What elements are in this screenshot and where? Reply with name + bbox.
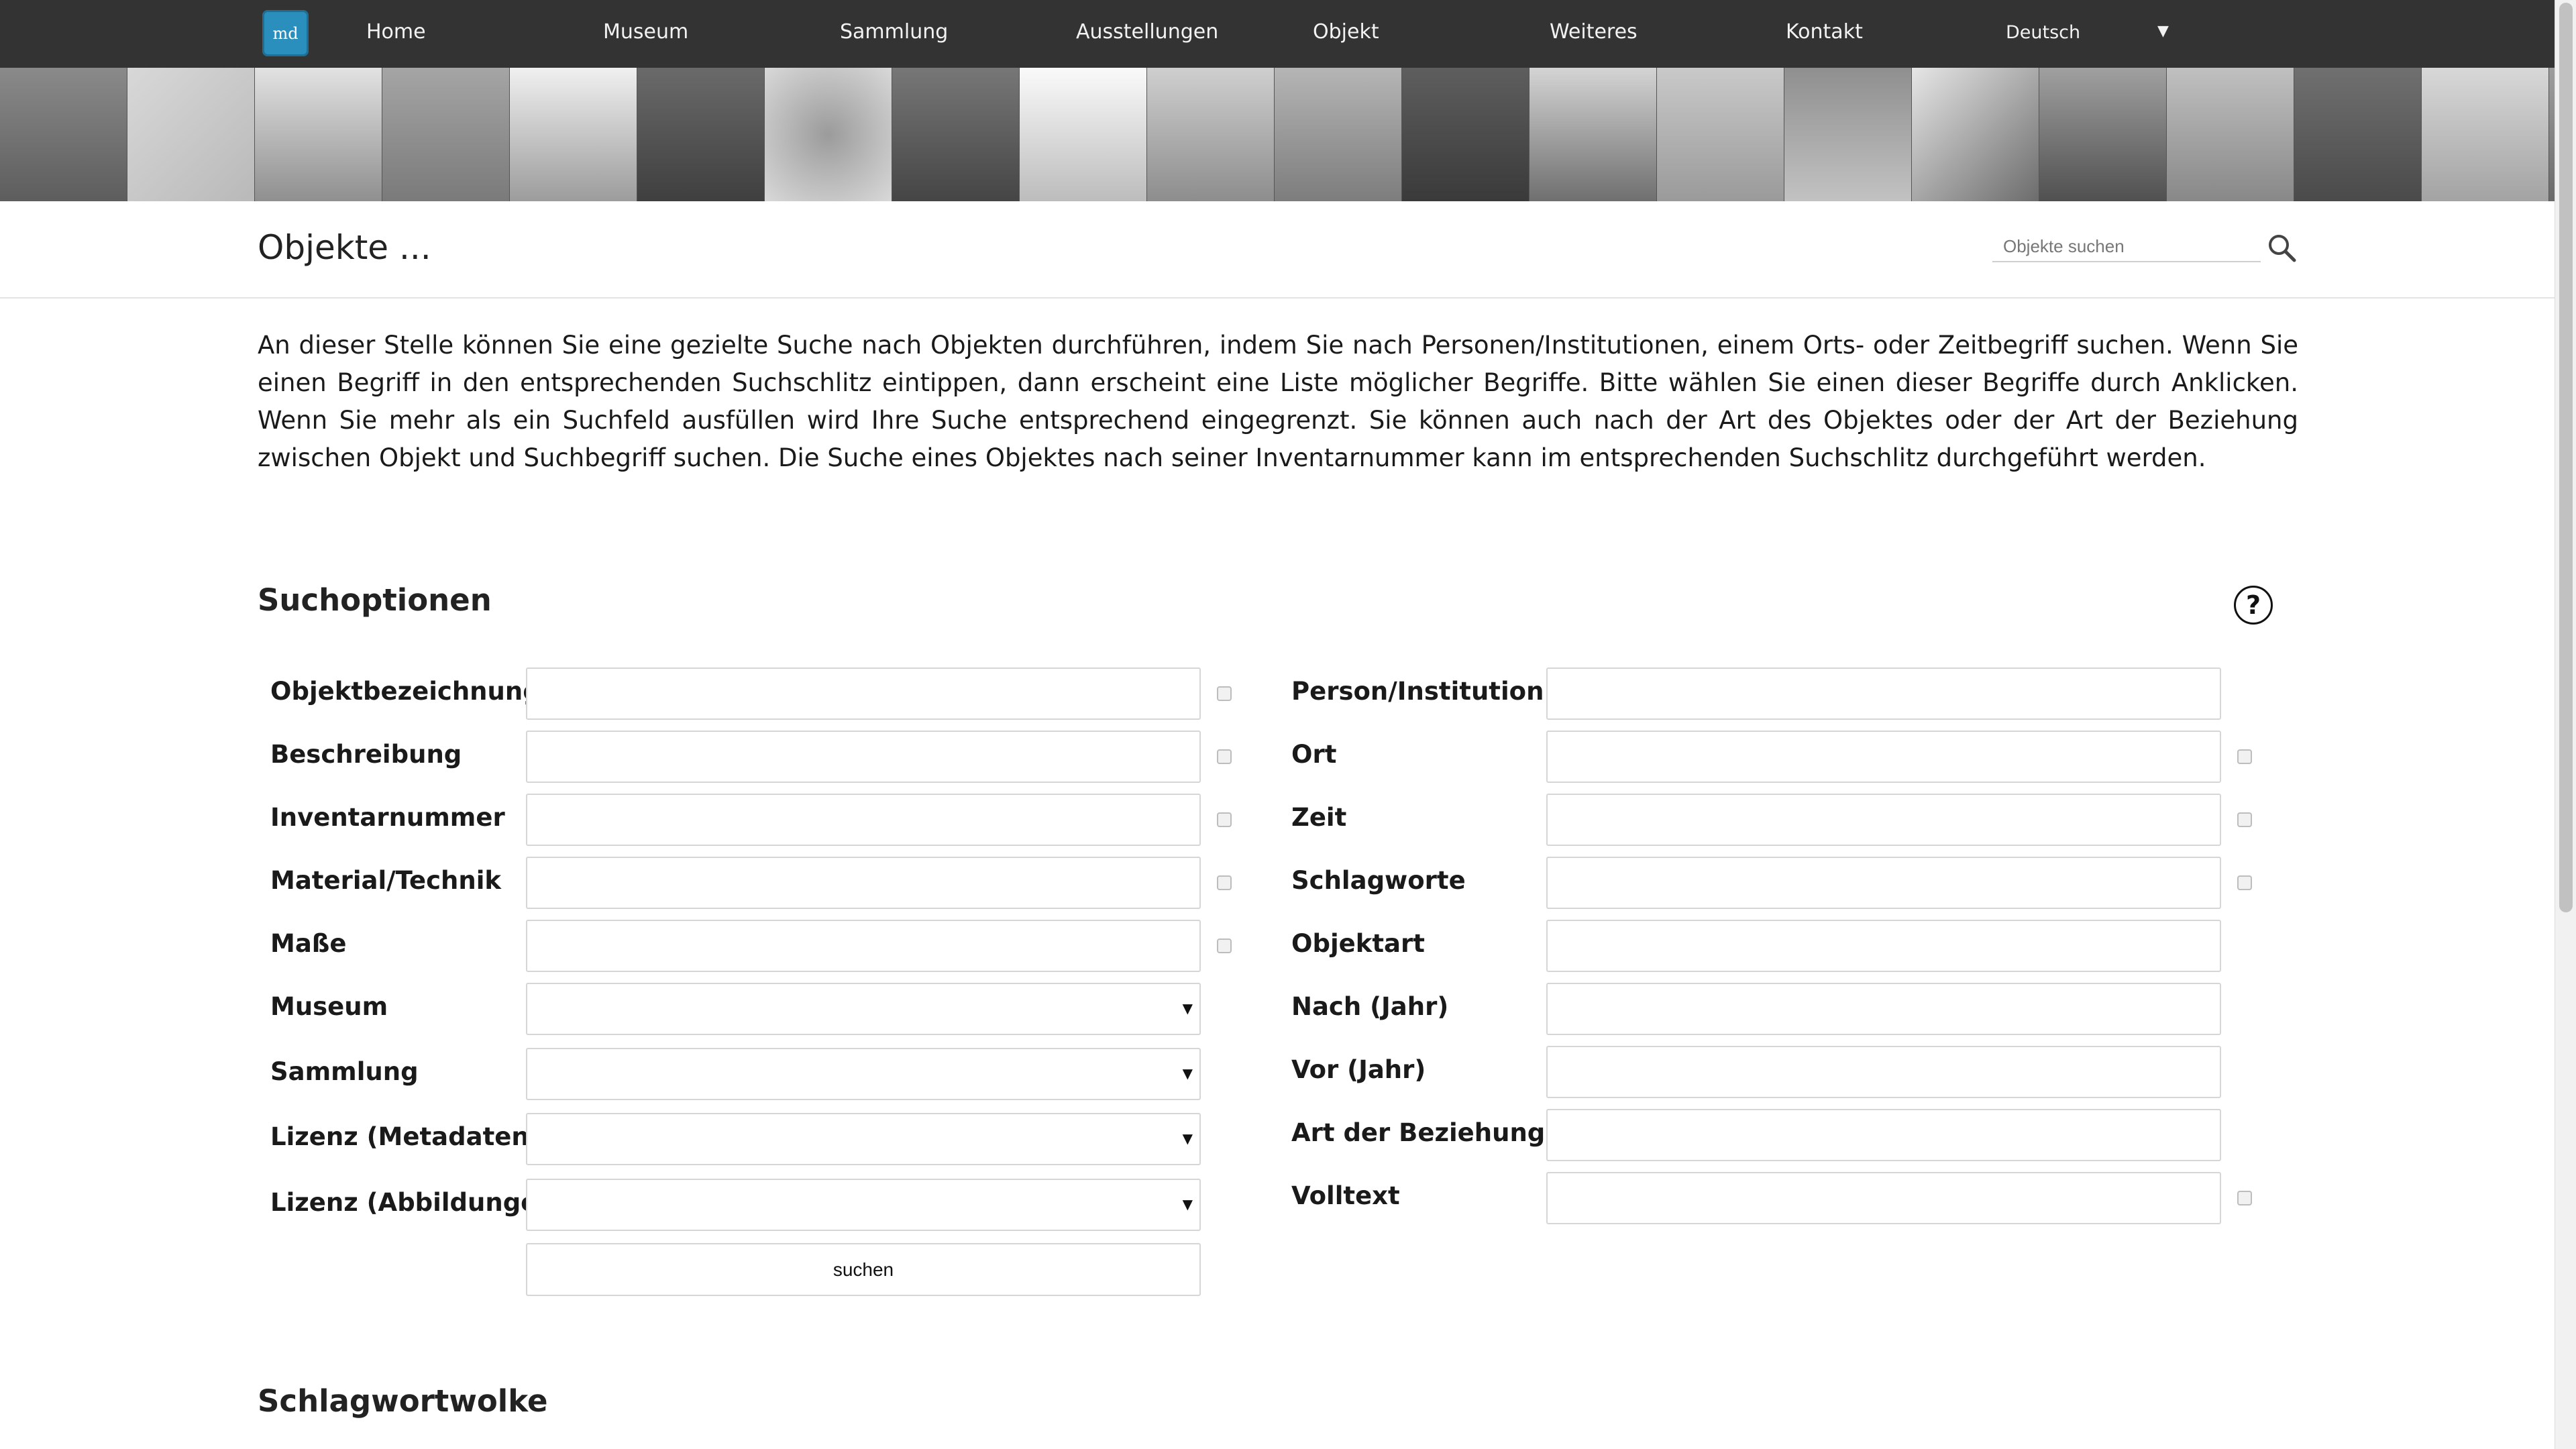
input-volltext[interactable] xyxy=(1546,1172,2221,1224)
banner-thumbnail xyxy=(1529,68,1657,201)
banner-thumbnail xyxy=(2039,68,2167,201)
nav-item-kontakt[interactable]: Kontakt xyxy=(1786,20,1863,44)
input-zeit[interactable] xyxy=(1546,794,2221,846)
label-ort: Ort xyxy=(1291,740,1337,769)
object-search-input[interactable] xyxy=(1992,231,2261,262)
label-volltext: Volltext xyxy=(1291,1181,1400,1210)
input-schlagworte[interactable] xyxy=(1546,857,2221,909)
label-inventarnummer: Inventarnummer xyxy=(270,803,505,832)
banner-thumbnail xyxy=(765,68,892,201)
banner-thumbnail xyxy=(1912,68,2039,201)
label-objektart: Objektart xyxy=(1291,929,1425,958)
nav-item-home[interactable]: Home xyxy=(366,20,426,44)
checkbox-beschreibung[interactable] xyxy=(1217,749,1232,764)
input-beschreibung[interactable] xyxy=(526,731,1201,783)
label-schlagworte: Schlagworte xyxy=(1291,866,1466,895)
search-icon[interactable] xyxy=(2266,232,2298,264)
input-maße[interactable] xyxy=(526,920,1201,972)
checkbox-volltext[interactable] xyxy=(2237,1191,2252,1205)
label-vor-jahr: Vor (Jahr) xyxy=(1291,1055,1426,1084)
input-inventarnummer[interactable] xyxy=(526,794,1201,846)
intro-text: An dieser Stelle können Sie eine gezielt… xyxy=(258,331,2298,472)
tag-cloud-heading: Schlagwortwolke xyxy=(258,1383,548,1419)
banner-thumbnail xyxy=(1657,68,1784,201)
select-lizenz-metadaten[interactable]: ▼ xyxy=(526,1113,1201,1165)
caret-down-icon: ▼ xyxy=(1182,1065,1193,1081)
nav-item-sammlung[interactable]: Sammlung xyxy=(840,20,948,44)
label-zeit: Zeit xyxy=(1291,803,1347,832)
divider xyxy=(0,297,2555,299)
banner-thumbnail xyxy=(2422,68,2549,201)
input-nach-jahr[interactable] xyxy=(1546,983,2221,1035)
banner-thumbnail xyxy=(0,68,127,201)
caret-down-icon[interactable]: ▼ xyxy=(2157,23,2169,40)
label-maße: Maße xyxy=(270,929,347,958)
help-button[interactable]: ? xyxy=(2234,586,2273,625)
nav-item-ausstellungen[interactable]: Ausstellungen xyxy=(1076,20,1218,44)
caret-down-icon: ▼ xyxy=(1182,1000,1193,1016)
banner-thumbnail xyxy=(2549,68,2555,201)
checkbox-inventarnummer[interactable] xyxy=(1217,812,1232,827)
label-nach-jahr: Nach (Jahr) xyxy=(1291,992,1449,1021)
banner-thumbnail xyxy=(382,68,510,201)
banner-thumbnail xyxy=(510,68,637,201)
label-museum: Museum xyxy=(270,992,388,1021)
label-lizenz-abbildungen: Lizenz (Abbildungen) xyxy=(270,1188,567,1217)
input-objektbezeichnung[interactable] xyxy=(526,667,1201,720)
banner-thumbnail xyxy=(127,68,255,201)
label-material-technik: Material/Technik xyxy=(270,866,501,895)
banner-thumbnail xyxy=(2167,68,2294,201)
label-sammlung: Sammlung xyxy=(270,1057,419,1086)
input-art-der-beziehung[interactable] xyxy=(1546,1109,2221,1161)
nav-item-weiteres[interactable]: Weiteres xyxy=(1550,20,1638,44)
label-art-der-beziehung: Art der Beziehung xyxy=(1291,1118,1546,1147)
checkbox-maße[interactable] xyxy=(1217,938,1232,953)
input-material-technik[interactable] xyxy=(526,857,1201,909)
page-scrollbar[interactable] xyxy=(2555,0,2576,1449)
checkbox-schlagworte[interactable] xyxy=(2237,875,2252,890)
label-lizenz-metadaten: Lizenz (Metadaten) xyxy=(270,1122,541,1151)
banner-thumbnail xyxy=(1402,68,1529,201)
banner-thumbnail xyxy=(1784,68,1912,201)
banner-thumbnail xyxy=(255,68,382,201)
top-navigation-bar: md Home Museum Sammlung Ausstellungen Ob… xyxy=(0,0,2555,68)
input-person-institution[interactable] xyxy=(1546,667,2221,720)
input-objektart[interactable] xyxy=(1546,920,2221,972)
caret-down-icon: ▼ xyxy=(1182,1196,1193,1212)
banner-thumbnail xyxy=(2294,68,2422,201)
search-submit-button[interactable]: suchen xyxy=(526,1243,1201,1296)
nav-item-objekt[interactable]: Objekt xyxy=(1313,20,1379,44)
site-logo[interactable]: md xyxy=(262,10,309,56)
language-select[interactable]: Deutsch xyxy=(2006,22,2080,43)
nav-item-museum[interactable]: Museum xyxy=(603,20,688,44)
checkbox-material-technik[interactable] xyxy=(1217,875,1232,890)
select-lizenz-abbildungen[interactable]: ▼ xyxy=(526,1179,1201,1231)
banner-thumbnail xyxy=(1147,68,1275,201)
label-person-institution: Person/Institution xyxy=(1291,677,1544,706)
checkbox-zeit[interactable] xyxy=(2237,812,2252,827)
banner-thumbnail xyxy=(1020,68,1147,201)
select-museum[interactable]: ▼ xyxy=(526,983,1201,1035)
banner-thumbnail xyxy=(1275,68,1402,201)
page-title: Objekte ... xyxy=(258,228,431,267)
checkbox-ort[interactable] xyxy=(2237,749,2252,764)
label-beschreibung: Beschreibung xyxy=(270,740,462,769)
checkbox-objektbezeichnung[interactable] xyxy=(1217,686,1232,701)
search-options-heading: Suchoptionen xyxy=(258,582,492,618)
banner-image-strip xyxy=(0,68,2555,201)
banner-thumbnail xyxy=(892,68,1020,201)
input-vor-jahr[interactable] xyxy=(1546,1046,2221,1098)
scrollbar-thumb[interactable] xyxy=(2559,3,2573,912)
input-ort[interactable] xyxy=(1546,731,2221,783)
label-objektbezeichnung: Objektbezeichnung xyxy=(270,677,541,706)
select-sammlung[interactable]: ▼ xyxy=(526,1048,1201,1100)
caret-down-icon: ▼ xyxy=(1182,1130,1193,1146)
banner-thumbnail xyxy=(637,68,765,201)
